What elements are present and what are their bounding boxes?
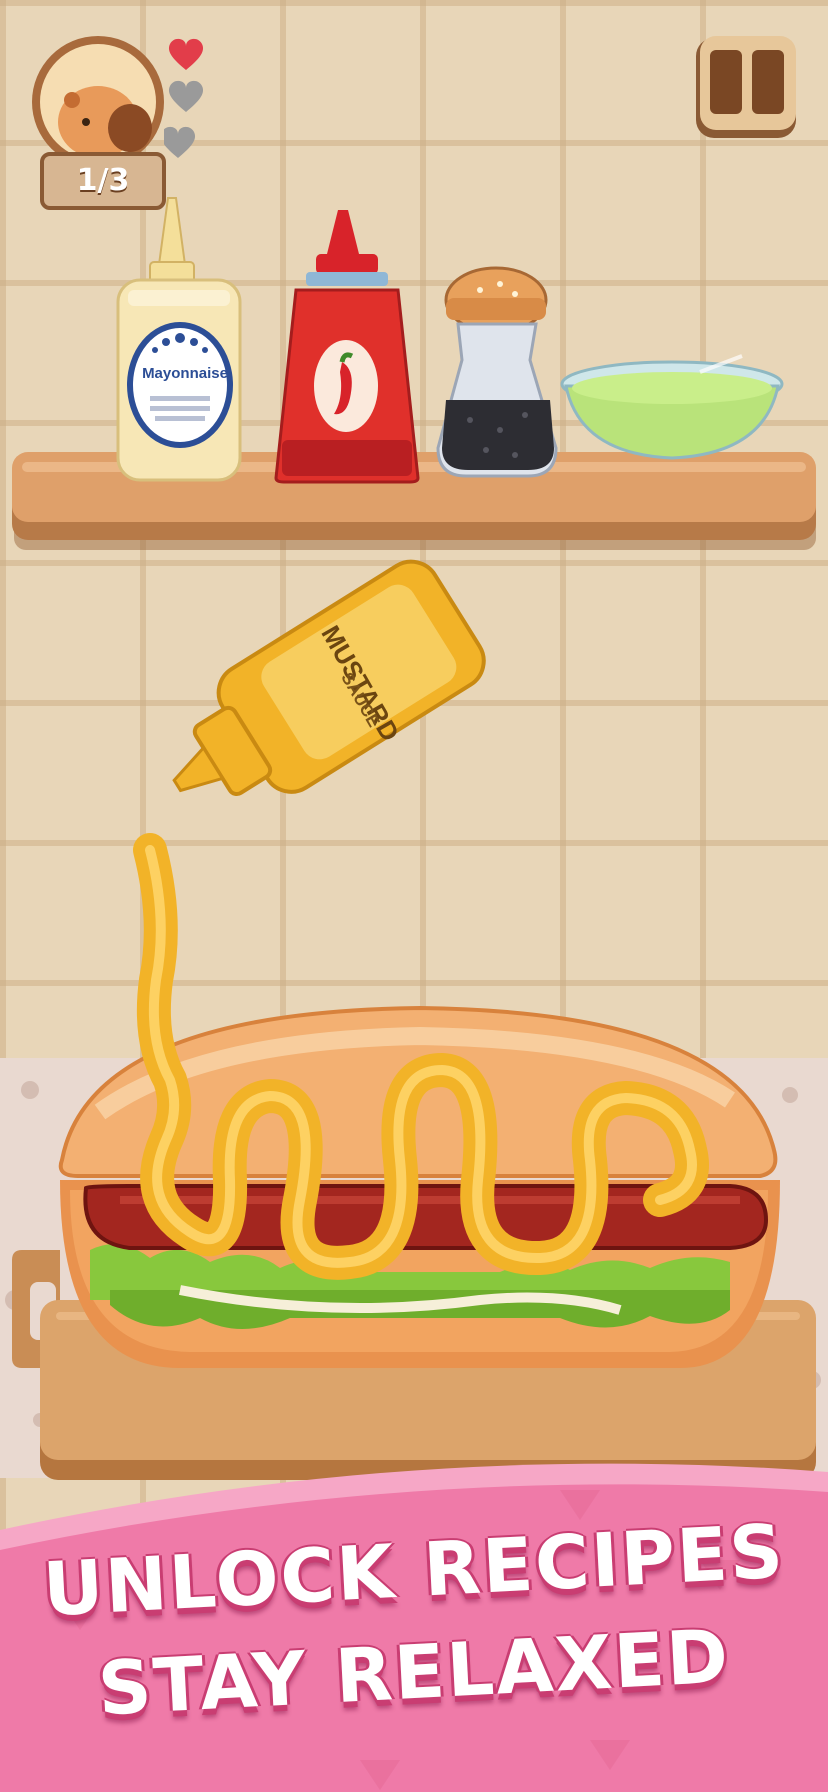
pepper-shaker[interactable] [436, 266, 558, 478]
mayonnaise-label: Mayonnaise [142, 365, 228, 382]
mayonnaise-bottle[interactable] [116, 197, 242, 482]
pause-icon [710, 50, 742, 114]
hot-dog [58, 833, 780, 1368]
green-sauce-bowl[interactable] [560, 354, 784, 460]
ketchup-chili-bottle[interactable] [274, 210, 420, 484]
heart-empty-icon [164, 127, 195, 158]
capybara-avatar [32, 36, 164, 168]
heart-empty-icon [168, 80, 204, 112]
kitchen-scene: 1/3 Mayonnaise MUSTARD SAUCE UNLOCK RECI… [0, 0, 828, 1792]
progress-counter: 1/3 [40, 152, 166, 210]
lives-indicator [164, 38, 204, 158]
pause-button[interactable] [692, 32, 802, 142]
heart-full-icon [168, 38, 204, 70]
